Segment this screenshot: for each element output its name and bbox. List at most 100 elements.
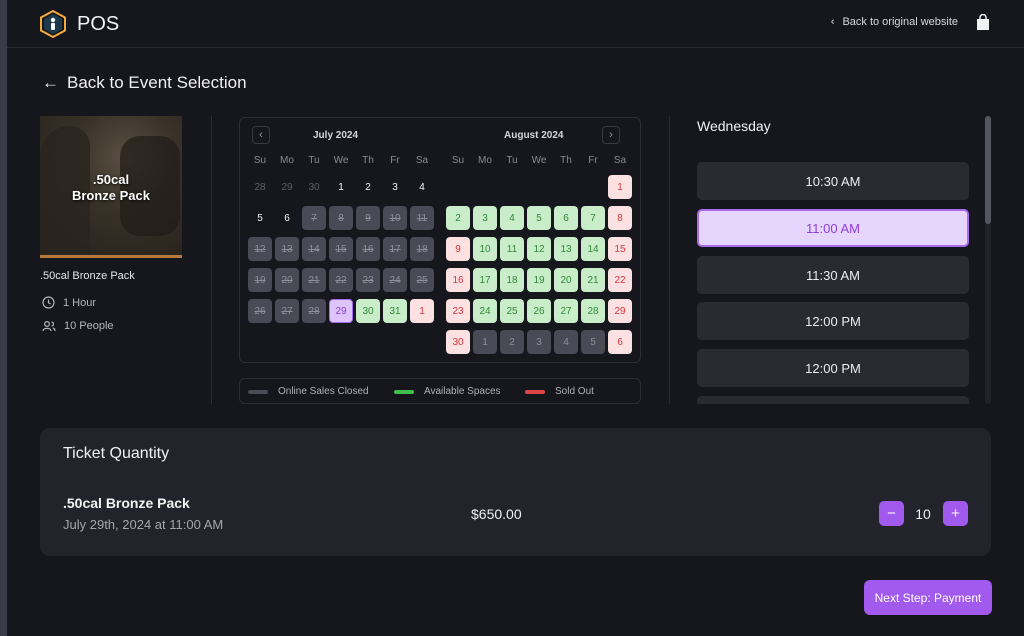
calendar-day-avail[interactable]: 11 — [500, 237, 524, 261]
calendar-day-avail[interactable]: 18 — [500, 268, 524, 292]
calendar-day-sold: 16 — [446, 268, 470, 292]
calendar-day-avail[interactable]: 27 — [554, 299, 578, 323]
day-of-week-label: Th — [362, 155, 374, 166]
calendar-legend: Online Sales Closed Available Spaces Sol… — [239, 378, 641, 404]
calendar-day-avail[interactable]: 10 — [473, 237, 497, 261]
legend-swatch — [394, 389, 414, 394]
window-edge — [0, 0, 7, 636]
calendar-day-avail[interactable]: 2 — [446, 206, 470, 230]
calendar-day-closed: 8 — [329, 206, 353, 230]
pos-logo-icon — [40, 10, 66, 38]
divider — [669, 116, 670, 404]
calendar-day-sold: 8 — [608, 206, 632, 230]
increase-quantity-button[interactable]: + — [943, 501, 968, 526]
calendar-day-avail[interactable]: 5 — [527, 206, 551, 230]
calendar-day-closed: 10 — [383, 206, 407, 230]
calendar-day-avail[interactable]: 3 — [473, 206, 497, 230]
timeslot-button[interactable]: 12:00 PM — [697, 302, 969, 340]
chevron-left-icon: ‹ — [830, 16, 835, 28]
calendar-day-sold: 1 — [608, 175, 632, 199]
calendar-day-plain: 1 — [338, 181, 344, 193]
legend-sold-out: Sold Out — [525, 386, 594, 397]
calendar-day-closed: 17 — [383, 237, 407, 261]
calendar-day-avail[interactable]: 14 — [581, 237, 605, 261]
calendar-day-closed: 26 — [248, 299, 272, 323]
legend-label: Sold Out — [555, 386, 594, 397]
calendar-day-avail[interactable]: 19 — [527, 268, 551, 292]
calendar-day-sold: 15 — [608, 237, 632, 261]
day-of-week-label: Fr — [390, 155, 400, 166]
calendar-day-next: 3 — [527, 330, 551, 354]
ticket-quantity-card: Ticket Quantity .50cal Bronze Pack July … — [40, 428, 991, 556]
calendar-day-closed: 7 — [302, 206, 326, 230]
calendar-day-avail[interactable]: 4 — [500, 206, 524, 230]
back-to-event-selection[interactable]: ← Back to Event Selection — [42, 73, 247, 93]
timeslot-button-selected[interactable]: 11:00 AM — [697, 209, 969, 247]
calendar-day-closed: 23 — [356, 268, 380, 292]
legend-available-spaces: Available Spaces — [394, 386, 501, 397]
calendar-day-avail[interactable]: 20 — [554, 268, 578, 292]
day-of-week-label: We — [333, 155, 349, 166]
calendar-day-closed: 24 — [383, 268, 407, 292]
calendar-day-avail[interactable]: 26 — [527, 299, 551, 323]
scrollbar-thumb[interactable] — [985, 116, 991, 224]
day-of-week-label: Fr — [588, 155, 598, 166]
calendar-day-closed: 9 — [356, 206, 380, 230]
ticket-date: July 29th, 2024 at 11:00 AM — [63, 517, 224, 532]
calendar-day-avail[interactable]: 25 — [500, 299, 524, 323]
timeslot-scrollbar[interactable] — [985, 116, 991, 404]
calendar-day-avail[interactable]: 6 — [554, 206, 578, 230]
calendar-day-selected[interactable]: 29 — [329, 299, 353, 323]
day-of-week-label: Su — [451, 155, 465, 166]
day-of-week-label: Tu — [308, 155, 320, 166]
calendar-day-closed: 14 — [302, 237, 326, 261]
calendar-next-button[interactable]: › — [602, 126, 620, 144]
back-to-website-link[interactable]: ‹ Back to original website — [831, 16, 958, 28]
legend-label: Available Spaces — [424, 386, 501, 397]
calendar-day-past: 30 — [308, 181, 320, 193]
day-of-week-label: Sa — [415, 155, 429, 166]
back-to-event-label: Back to Event Selection — [67, 73, 247, 92]
calendar-day-avail[interactable]: 13 — [554, 237, 578, 261]
calendar-day-avail[interactable]: 12 — [527, 237, 551, 261]
ticket-heading: Ticket Quantity — [63, 445, 170, 462]
calendar-day-avail[interactable]: 31 — [383, 299, 407, 323]
calendar-day-next: 4 — [554, 330, 578, 354]
calendar-day-closed: 20 — [275, 268, 299, 292]
calendar-day-sold: 9 — [446, 237, 470, 261]
calendar-day-next: 5 — [581, 330, 605, 354]
calendar-day-sold: 30 — [446, 330, 470, 354]
people-icon — [42, 320, 56, 332]
calendar-day-avail[interactable]: 17 — [473, 268, 497, 292]
calendar-day-avail[interactable]: 7 — [581, 206, 605, 230]
day-of-week-label: Tu — [506, 155, 518, 166]
event-title: .50cal Bronze Pack — [40, 270, 135, 282]
event-capacity-text: 10 People — [64, 320, 114, 332]
event-image-title-line2: Bronze Pack — [71, 188, 151, 203]
timeslot-button[interactable]: 10:30 AM — [697, 162, 969, 200]
timeslot-button[interactable] — [697, 396, 969, 404]
day-of-week-label: Sa — [613, 155, 627, 166]
calendar-day-avail[interactable]: 28 — [581, 299, 605, 323]
timeslot-button[interactable]: 12:00 PM — [697, 349, 969, 387]
event-image: .50cal Bronze Pack — [40, 116, 182, 258]
calendar-day-avail[interactable]: 21 — [581, 268, 605, 292]
day-of-week-label: Mo — [478, 155, 492, 166]
divider — [211, 116, 212, 404]
calendar-day-plain: 3 — [392, 181, 398, 193]
shopping-bag-icon[interactable] — [976, 14, 990, 31]
calendar-day-closed: 15 — [329, 237, 353, 261]
calendar-day-sold: 6 — [608, 330, 632, 354]
legend-label: Online Sales Closed — [278, 386, 369, 397]
calendar-day-avail[interactable]: 24 — [473, 299, 497, 323]
calendar-day-plain: 5 — [257, 212, 263, 224]
calendar-day-avail[interactable]: 30 — [356, 299, 380, 323]
next-step-payment-button[interactable]: Next Step: Payment — [864, 580, 992, 615]
timeslot-button[interactable]: 11:30 AM — [697, 256, 969, 294]
calendar-day-past: 29 — [281, 181, 293, 193]
calendar-day-closed: 16 — [356, 237, 380, 261]
decrease-quantity-button[interactable]: − — [879, 501, 904, 526]
calendar-day-sold: 22 — [608, 268, 632, 292]
calendar-day-closed: 22 — [329, 268, 353, 292]
calendar-prev-button[interactable]: ‹ — [252, 126, 270, 144]
